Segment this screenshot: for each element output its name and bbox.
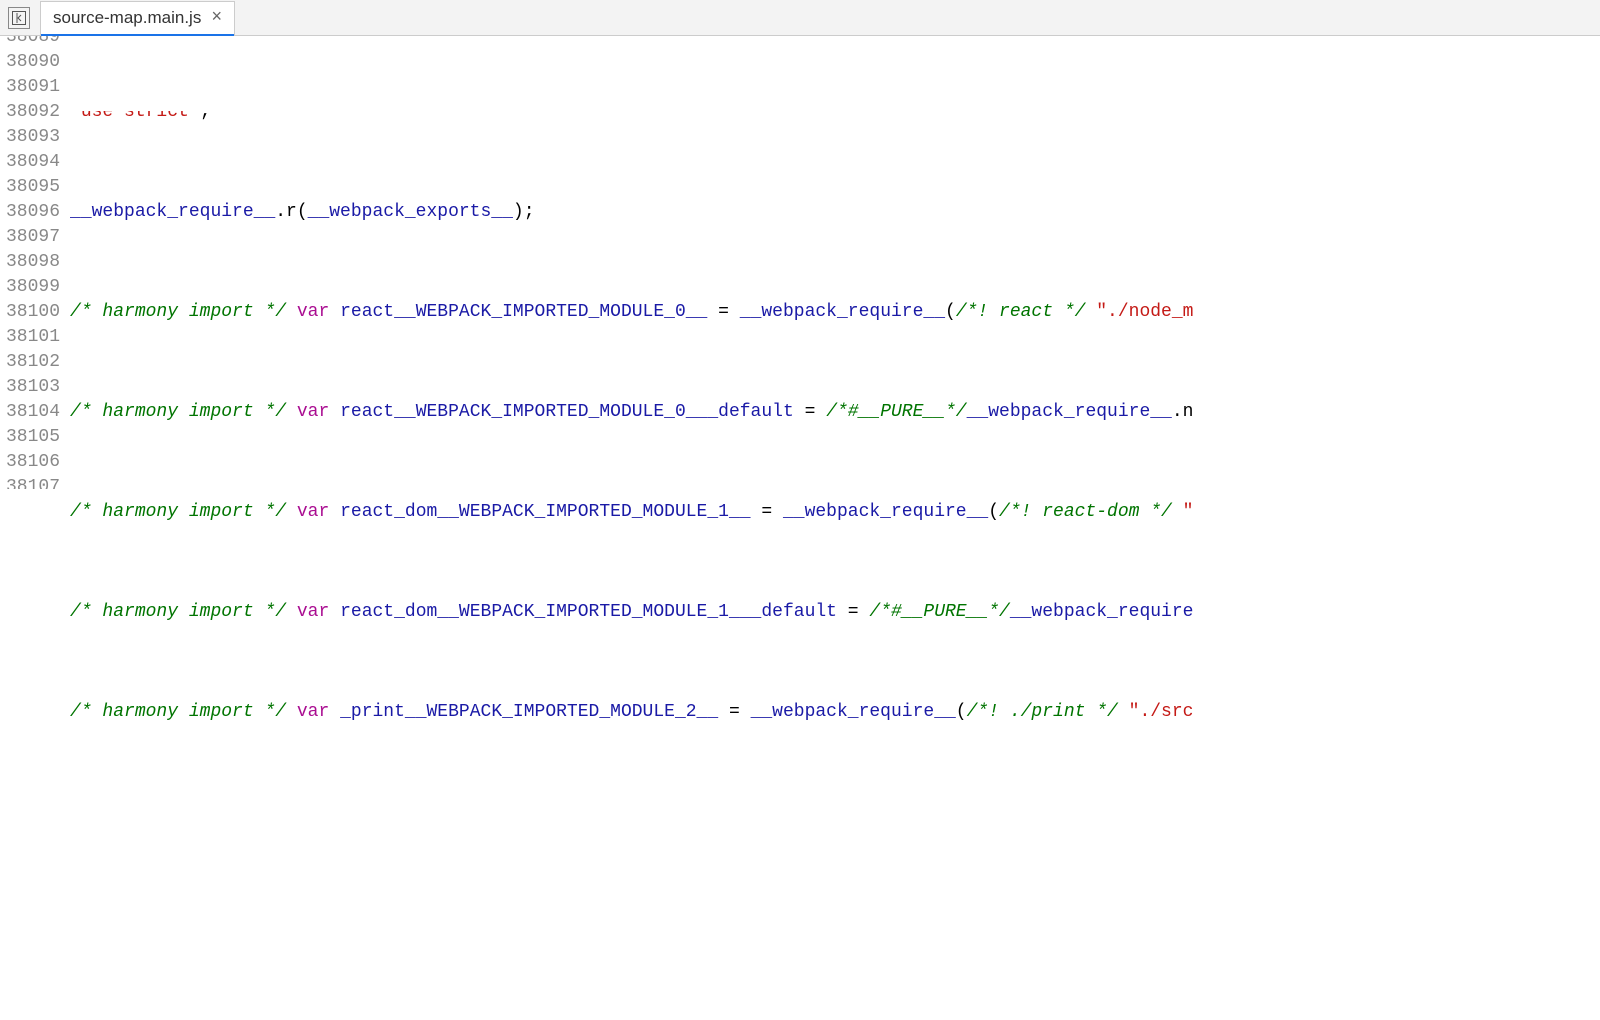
tab-source-map[interactable]: source-map.main.js × xyxy=(40,1,235,35)
code-line: /* harmony import */ var react_dom__WEBP… xyxy=(70,500,1600,525)
close-icon[interactable]: × xyxy=(211,9,222,27)
code-line: /* harmony import */ var _print__WEBPACK… xyxy=(70,700,1600,725)
code-line xyxy=(70,875,1600,900)
code-line xyxy=(70,950,1600,975)
code-line: 'use strict'; xyxy=(70,111,1600,125)
code-line: __webpack_require__.r(__webpack_exports_… xyxy=(70,200,1600,225)
code-line: /* harmony import */ var react__WEBPACK_… xyxy=(70,300,1600,325)
panel-left-icon xyxy=(12,11,26,25)
line-number-gutter: 3808938090380913809238093380943809538096… xyxy=(0,36,70,1020)
code-content[interactable]: 'use strict'; __webpack_require__.r(__we… xyxy=(70,36,1600,1020)
tab-title: source-map.main.js xyxy=(53,8,201,28)
code-line xyxy=(70,800,1600,825)
panel-toggle-button[interactable] xyxy=(8,7,30,29)
code-editor[interactable]: 3808938090380913809238093380943809538096… xyxy=(0,36,1600,1020)
code-line: /* harmony import */ var react_dom__WEBP… xyxy=(70,600,1600,625)
tab-bar: source-map.main.js × xyxy=(0,0,1600,36)
code-line: /* harmony import */ var react__WEBPACK_… xyxy=(70,400,1600,425)
